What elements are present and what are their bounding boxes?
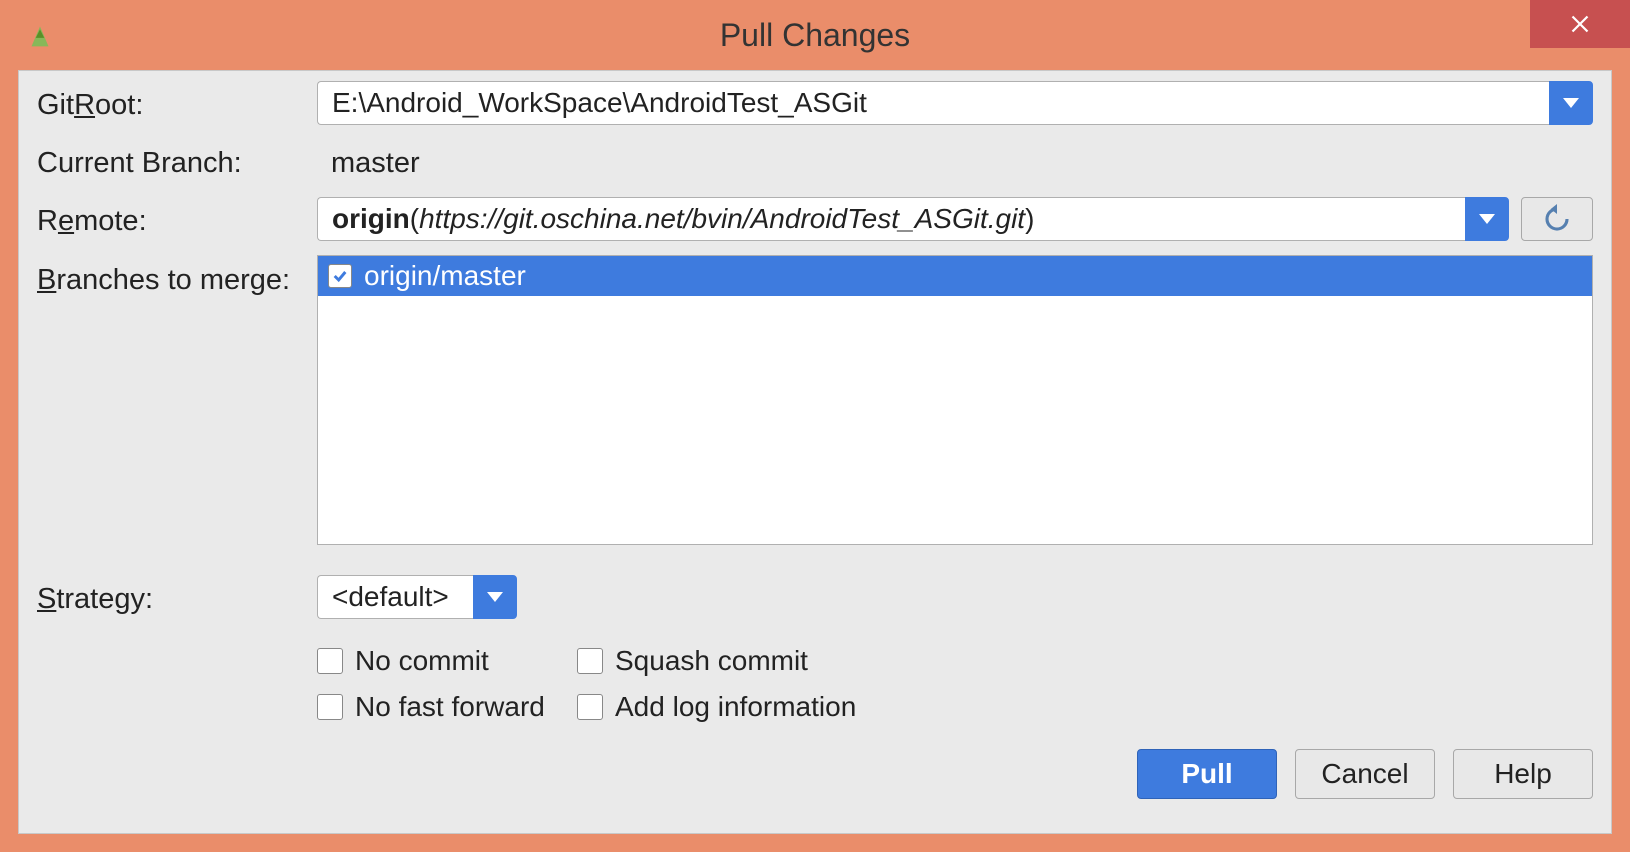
checkbox-icon (317, 694, 343, 720)
dialog-body: Git Root: E:\Android_WorkSpace\AndroidTe… (18, 70, 1612, 834)
strategy-value: <default> (317, 575, 473, 619)
refresh-button[interactable] (1521, 197, 1593, 241)
branches-list[interactable]: origin/master (317, 255, 1593, 545)
chevron-down-icon[interactable] (473, 575, 517, 619)
add-log-checkbox[interactable]: Add log information (577, 691, 1593, 723)
remote-dropdown[interactable]: origin(https://git.oschina.net/bvin/Andr… (317, 197, 1509, 241)
checkbox-icon (317, 648, 343, 674)
strategy-dropdown[interactable]: <default> (317, 575, 517, 619)
git-root-label: Git Root: (37, 81, 317, 125)
strategy-label: Strategy: (37, 575, 317, 619)
help-button[interactable]: Help (1453, 749, 1593, 799)
app-icon (20, 15, 60, 55)
remote-label: Remote: (37, 197, 317, 241)
branch-item[interactable]: origin/master (318, 256, 1592, 296)
chevron-down-icon[interactable] (1549, 81, 1593, 125)
branches-label: Branches to merge: (37, 255, 317, 299)
cancel-button[interactable]: Cancel (1295, 749, 1435, 799)
no-fast-forward-checkbox[interactable]: No fast forward (317, 691, 577, 723)
git-root-value: E:\Android_WorkSpace\AndroidTest_ASGit (317, 81, 1549, 125)
pull-button[interactable]: Pull (1137, 749, 1277, 799)
git-root-dropdown[interactable]: E:\Android_WorkSpace\AndroidTest_ASGit (317, 81, 1593, 125)
branch-checkbox[interactable] (328, 264, 352, 288)
close-button[interactable] (1530, 0, 1630, 48)
chevron-down-icon[interactable] (1465, 197, 1509, 241)
current-branch-label: Current Branch: (37, 139, 317, 183)
dialog-title: Pull Changes (720, 17, 910, 54)
squash-commit-checkbox[interactable]: Squash commit (577, 645, 1593, 677)
checkbox-icon (577, 648, 603, 674)
remote-value: origin(https://git.oschina.net/bvin/Andr… (317, 197, 1465, 241)
checkbox-icon (577, 694, 603, 720)
branch-name: origin/master (364, 260, 526, 292)
titlebar: Pull Changes (0, 0, 1630, 70)
no-commit-checkbox[interactable]: No commit (317, 645, 577, 677)
current-branch-value: master (317, 139, 1593, 183)
